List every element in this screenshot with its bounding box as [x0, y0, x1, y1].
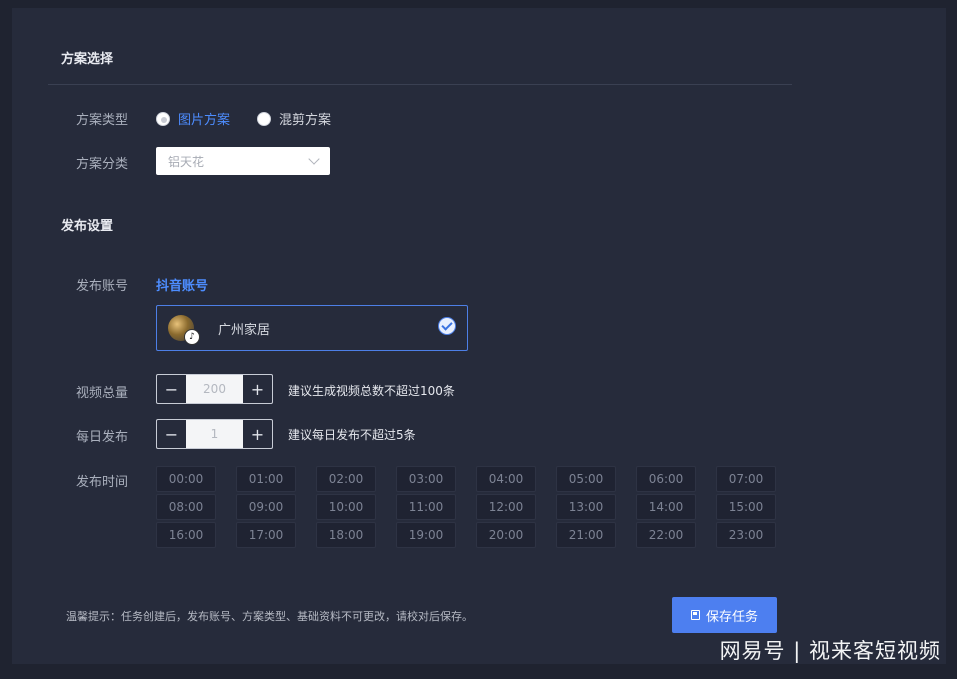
- time-slot[interactable]: 05:00: [556, 466, 616, 492]
- account-name: 广州家居: [218, 322, 271, 338]
- divider: [48, 84, 792, 85]
- time-slot[interactable]: 03:00: [396, 466, 456, 492]
- time-slot[interactable]: 19:00: [396, 522, 456, 548]
- plus-button[interactable]: +: [243, 375, 272, 403]
- watermark: 网易号 | 视来客短视频: [719, 639, 941, 663]
- radio-checked-icon: [156, 111, 170, 126]
- time-slot[interactable]: 12:00: [476, 494, 536, 520]
- plus-button[interactable]: +: [243, 420, 272, 448]
- publish-section-title: 发布设置: [61, 219, 114, 234]
- radio-unchecked-icon: [257, 111, 271, 126]
- total-input[interactable]: 200: [186, 375, 243, 403]
- time-slot[interactable]: 11:00: [396, 494, 456, 520]
- time-slot[interactable]: 01:00: [236, 466, 296, 492]
- tiktok-icon: ♪: [184, 329, 200, 345]
- plan-section-title: 方案选择: [61, 52, 114, 67]
- daily-hint: 建议每日发布不超过5条: [288, 428, 416, 442]
- time-grid: 00:00 01:00 02:00 03:00 04:00 05:00 06:00 07:00…: [156, 466, 776, 548]
- time-slot[interactable]: 22:00: [636, 522, 696, 548]
- time-slot[interactable]: 02:00: [316, 466, 376, 492]
- time-slot[interactable]: 17:00: [236, 522, 296, 548]
- account-card[interactable]: ♪ 广州家居: [156, 305, 468, 351]
- minus-button[interactable]: −: [157, 375, 186, 403]
- time-slot[interactable]: 21:00: [556, 522, 616, 548]
- plan-type-label: 方案类型: [76, 113, 129, 128]
- time-slot[interactable]: 20:00: [476, 522, 536, 548]
- time-slot[interactable]: 06:00: [636, 466, 696, 492]
- radio-mix-plan[interactable]: 混剪方案: [257, 109, 331, 128]
- time-slot[interactable]: 16:00: [156, 522, 216, 548]
- plan-category-select[interactable]: 铝天花: [156, 147, 330, 175]
- time-slot[interactable]: 04:00: [476, 466, 536, 492]
- warm-tip: 温馨提示：任务创建后，发布账号、方案类型、基础资料不可更改，请校对后保存。: [66, 610, 473, 623]
- daily-input[interactable]: 1: [186, 420, 243, 448]
- radio-image-plan[interactable]: 图片方案: [156, 109, 230, 128]
- time-slot[interactable]: 08:00: [156, 494, 216, 520]
- radio-label: 图片方案: [178, 113, 231, 128]
- time-slot[interactable]: 07:00: [716, 466, 776, 492]
- radio-label: 混剪方案: [279, 113, 332, 128]
- check-circle-icon: [438, 317, 456, 335]
- time-slot[interactable]: 10:00: [316, 494, 376, 520]
- daily-stepper[interactable]: − 1 +: [156, 419, 273, 449]
- total-hint: 建议生成视频总数不超过100条: [288, 384, 455, 398]
- time-slot[interactable]: 09:00: [236, 494, 296, 520]
- time-slot[interactable]: 15:00: [716, 494, 776, 520]
- time-slot[interactable]: 14:00: [636, 494, 696, 520]
- settings-panel: 方案选择 方案类型 图片方案 混剪方案 方案分类 铝天花 发布设置 发布账号 抖…: [12, 8, 946, 664]
- avatar: ♪: [168, 315, 200, 345]
- account-label: 发布账号: [76, 279, 129, 294]
- total-stepper[interactable]: − 200 +: [156, 374, 273, 404]
- time-slot[interactable]: 23:00: [716, 522, 776, 548]
- time-label: 发布时间: [76, 475, 129, 490]
- save-icon: [690, 610, 700, 620]
- douyin-account-tab[interactable]: 抖音账号: [156, 275, 208, 294]
- chevron-down-icon: [308, 153, 320, 165]
- save-task-button[interactable]: 保存任务: [672, 597, 777, 633]
- total-label: 视频总量: [76, 386, 129, 401]
- daily-label: 每日发布: [76, 430, 129, 445]
- plan-category-label: 方案分类: [76, 157, 129, 172]
- select-value: 铝天花: [168, 154, 205, 169]
- save-label: 保存任务: [705, 609, 758, 625]
- time-slot[interactable]: 00:00: [156, 466, 216, 492]
- time-slot[interactable]: 18:00: [316, 522, 376, 548]
- time-slot[interactable]: 13:00: [556, 494, 616, 520]
- minus-button[interactable]: −: [157, 420, 186, 448]
